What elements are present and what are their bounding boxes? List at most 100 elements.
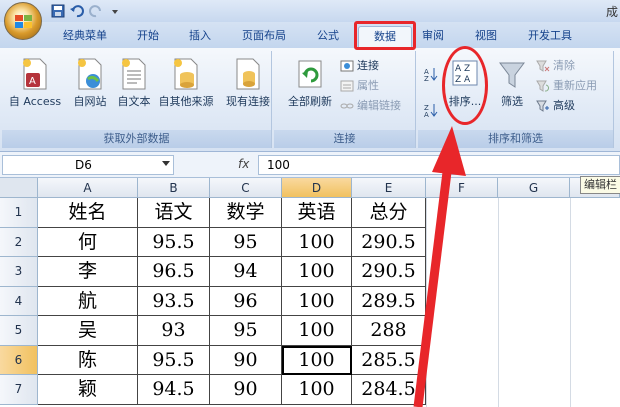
column-header-c[interactable]: C [210,178,282,198]
table-cell[interactable]: 何 [38,227,138,257]
column-header-b[interactable]: B [138,178,210,198]
table-cell[interactable]: 96 [210,286,282,316]
existing-connections-button[interactable]: 现有连接 [222,53,274,109]
table-cell[interactable]: 语文 [138,198,210,228]
row-header[interactable]: 7 [0,375,38,405]
table-cell[interactable]: 数学 [210,198,282,228]
table-cell[interactable]: 100 [282,375,352,405]
table-cell[interactable]: 100 [282,345,352,375]
row-header[interactable]: 6 [0,345,38,375]
table-cell[interactable]: 95.5 [138,227,210,257]
reapply-label: 重新应用 [553,79,597,92]
row-header[interactable]: 2 [0,227,38,257]
tab-view[interactable]: 视图 [468,26,504,48]
table-cell[interactable]: 颖 [38,375,138,405]
select-all-corner[interactable] [0,178,38,198]
sort-button-highlight-circle [442,46,488,125]
table-cell[interactable]: 100 [282,227,352,257]
insert-function-icon[interactable]: fx [238,157,249,171]
table-cell[interactable]: 290.5 [352,257,426,287]
row-header[interactable]: 1 [0,198,38,228]
tab-developer[interactable]: 开发工具 [518,26,582,48]
table-cell[interactable]: 航 [38,286,138,316]
table-cell[interactable]: 290.5 [352,227,426,257]
table-cell[interactable]: 李 [38,257,138,287]
table-cell[interactable]: 93.5 [138,286,210,316]
table-cell[interactable]: 总分 [352,198,426,228]
advanced-filter-button[interactable]: 高级 [536,97,575,115]
from-access-button[interactable]: A 自 Access [6,53,64,109]
chain-link-icon [340,103,354,109]
reapply-button[interactable]: 重新应用 [536,77,597,95]
table-cell[interactable]: 93 [138,316,210,346]
row-header[interactable]: 3 [0,257,38,287]
column-header-f[interactable]: F [426,178,498,198]
undo-icon[interactable] [69,3,85,19]
table-cell[interactable]: 95 [210,316,282,346]
table-cell[interactable]: 95 [210,227,282,257]
table-cell[interactable]: 陈 [38,345,138,375]
from-web-button[interactable]: 自网站 [66,53,114,109]
clear-filter-button[interactable]: 清除 [536,57,575,75]
tab-insert[interactable]: 插入 [180,26,220,48]
advanced-filter-label: 高级 [553,99,575,112]
row-header[interactable]: 4 [0,286,38,316]
tab-review[interactable]: 审阅 [418,26,448,48]
connections-label: 连接 [357,59,379,72]
table-cell[interactable]: 94 [210,257,282,287]
refresh-all-label: 全部刷新 [288,95,332,108]
table-cell[interactable]: 90 [210,375,282,405]
sort-descending-button[interactable]: ZA [424,101,438,119]
ribbon: A 自 Access 自网站 自文本 自其他来源 现有连接 获取外部数据 全部刷… [0,48,620,152]
formula-bar-tooltip: 编辑栏 [580,176,620,194]
svg-text:A: A [424,111,429,117]
table-cell[interactable]: 吴 [38,316,138,346]
table-cell[interactable]: 100 [282,257,352,287]
save-icon[interactable] [50,3,66,19]
tab-classic-menu[interactable]: 经典菜单 [58,26,112,48]
customize-qat-icon[interactable] [107,3,123,19]
table-cell[interactable]: 96.5 [138,257,210,287]
table-cell[interactable]: 姓名 [38,198,138,228]
table-cell[interactable]: 90 [210,345,282,375]
svg-text:A: A [29,76,36,87]
table-cell[interactable]: 284.5 [352,375,426,405]
sort-za-icon: ZA [424,104,438,117]
table-cell[interactable]: 100 [282,286,352,316]
table-cell[interactable]: 95.5 [138,345,210,375]
title-bar: 成 [0,0,620,22]
edit-links-button[interactable]: 编辑链接 [340,97,401,115]
tab-page-layout[interactable]: 页面布局 [232,26,296,48]
clear-filter-label: 清除 [553,59,575,72]
filter-funnel-icon [499,62,525,88]
properties-button[interactable]: 属性 [340,77,379,95]
connections-button[interactable]: 连接 [340,57,379,75]
tab-home[interactable]: 开始 [128,26,168,48]
table-cell[interactable]: 英语 [282,198,352,228]
column-header-d[interactable]: D [282,178,352,198]
tab-formulas[interactable]: 公式 [306,26,350,48]
table-cell[interactable]: 285.5 [352,345,426,375]
redo-icon[interactable] [88,3,104,19]
from-web-label: 自网站 [73,95,107,108]
from-other-sources-button[interactable]: 自其他来源 [154,53,218,109]
filter-button[interactable]: 筛选 [494,53,530,109]
formula-input[interactable]: 100 [258,155,620,175]
from-text-button[interactable]: 自文本 [114,53,154,109]
edit-links-label: 编辑链接 [357,99,401,112]
column-header-e[interactable]: E [352,178,426,198]
office-button[interactable] [4,2,42,40]
refresh-all-button[interactable]: 全部刷新 [284,53,336,109]
sort-ascending-button[interactable]: AZ [424,65,438,83]
table-cell[interactable]: 100 [282,316,352,346]
table-cell[interactable]: 288 [352,316,426,346]
table-cell[interactable]: 94.5 [138,375,210,405]
properties-label: 属性 [357,79,379,92]
row-header[interactable]: 5 [0,316,38,346]
column-header-a[interactable]: A [38,178,138,198]
column-header-g[interactable]: G [498,178,570,198]
name-box[interactable]: D6 [2,155,174,175]
name-box-dropdown-icon[interactable] [162,161,170,166]
table-cell[interactable]: 289.5 [352,286,426,316]
existing-connections-icon [236,58,260,90]
